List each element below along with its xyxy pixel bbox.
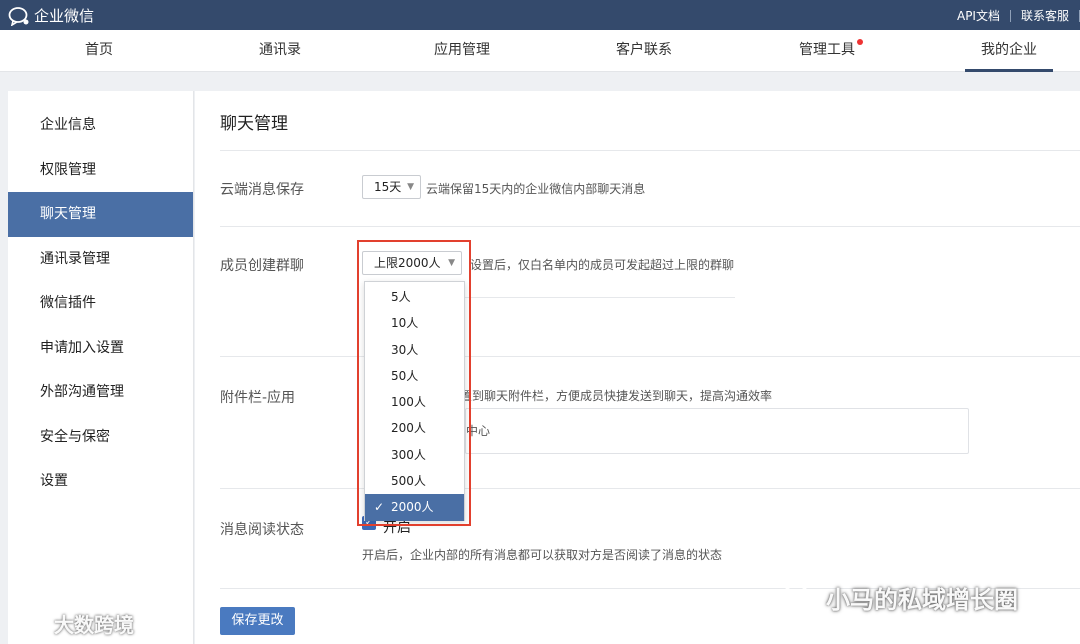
sidebar-item-settings[interactable]: 设置 [8,459,193,504]
divider [220,356,1080,357]
wecom-logo-icon [8,6,29,26]
divider [220,226,1080,227]
main-nav: 首页 通讯录 应用管理 客户联系 管理工具 我的企业 [0,30,1080,72]
sidebar-item-enterprise-info[interactable]: 企业信息 [8,103,193,148]
watermark-right-text: 小马的私域增长圈 [826,586,1018,614]
divider [220,488,1080,489]
api-docs-link[interactable]: API文档 [947,7,1010,24]
sidebar-item-wechat-plugin[interactable]: 微信插件 [8,281,193,326]
top-bar: 企业微信 API文档 联系客服 [0,0,1080,30]
sidebar-item-permissions[interactable]: 权限管理 [8,148,193,193]
nav-my-enterprise[interactable]: 我的企业 [965,30,1053,72]
nav-contacts[interactable]: 通讯录 [220,30,340,72]
sidebar-item-chat-management[interactable]: 聊天管理 [8,192,193,237]
highlight-box [357,240,471,526]
cloud-save-label: 云端消息保存 [220,182,304,198]
brand-logo[interactable]: 企业微信 [8,5,94,26]
watermark-left-text: 大数跨境 [54,613,134,637]
contact-support-link[interactable]: 联系客服 [1011,7,1079,24]
save-changes-button[interactable]: 保存更改 [220,607,295,635]
read-status-hint: 开启后，企业内部的所有消息都可以获取对方是否阅读了消息的状态 [362,548,723,562]
attachment-label: 附件栏-应用 [220,390,296,406]
main-content: 聊天管理 云端消息保存 15天 ▼ 云端保留15天内的企业微信内部聊天消息 成员… [195,91,1080,644]
nav-management-tools-label: 管理工具 [799,42,855,58]
group-chat-hint: 设置后，仅白名单内的成员可发起超过上限的群聊 [470,258,735,272]
page-title: 聊天管理 [220,114,288,134]
sidebar-item-security[interactable]: 安全与保密 [8,415,193,460]
brand-name: 企业微信 [34,7,95,25]
watermark-right: 小马的私域增长圈 [782,580,1018,615]
read-status-label: 消息阅读状态 [220,522,304,538]
sidebar: 企业信息 权限管理 聊天管理 通讯录管理 微信插件 申请加入设置 外部沟通管理 … [8,91,194,644]
cloud-save-select[interactable]: 15天 ▼ [362,175,421,199]
group-chat-label: 成员创建群聊 [220,258,304,274]
chevron-down-icon: ▼ [407,182,414,192]
nav-app-management[interactable]: 应用管理 [402,30,522,72]
divider [220,150,1080,151]
sidebar-item-contacts-management[interactable]: 通讯录管理 [8,237,193,282]
sidebar-item-external-communication[interactable]: 外部沟通管理 [8,370,193,415]
attachment-app-box[interactable]: 中心 [465,408,969,454]
watermark-logo-icon [8,616,48,631]
sidebar-item-join-settings[interactable]: 申请加入设置 [8,326,193,371]
nav-home[interactable]: 首页 [39,30,159,72]
attachment-hint: 置到聊天附件栏，方便成员快捷发送到聊天，提高沟通效率 [460,389,773,403]
topbar-links: API文档 联系客服 [947,7,1080,24]
notification-dot [857,39,863,45]
watermark-left: 大数跨境 [8,609,134,638]
wechat-icon [782,583,819,610]
cloud-save-value: 15天 [374,180,402,194]
divider [465,297,735,298]
cloud-save-hint: 云端保留15天内的企业微信内部聊天消息 [426,182,646,196]
nav-customer-contact[interactable]: 客户联系 [584,30,704,72]
nav-management-tools[interactable]: 管理工具 [767,30,887,72]
